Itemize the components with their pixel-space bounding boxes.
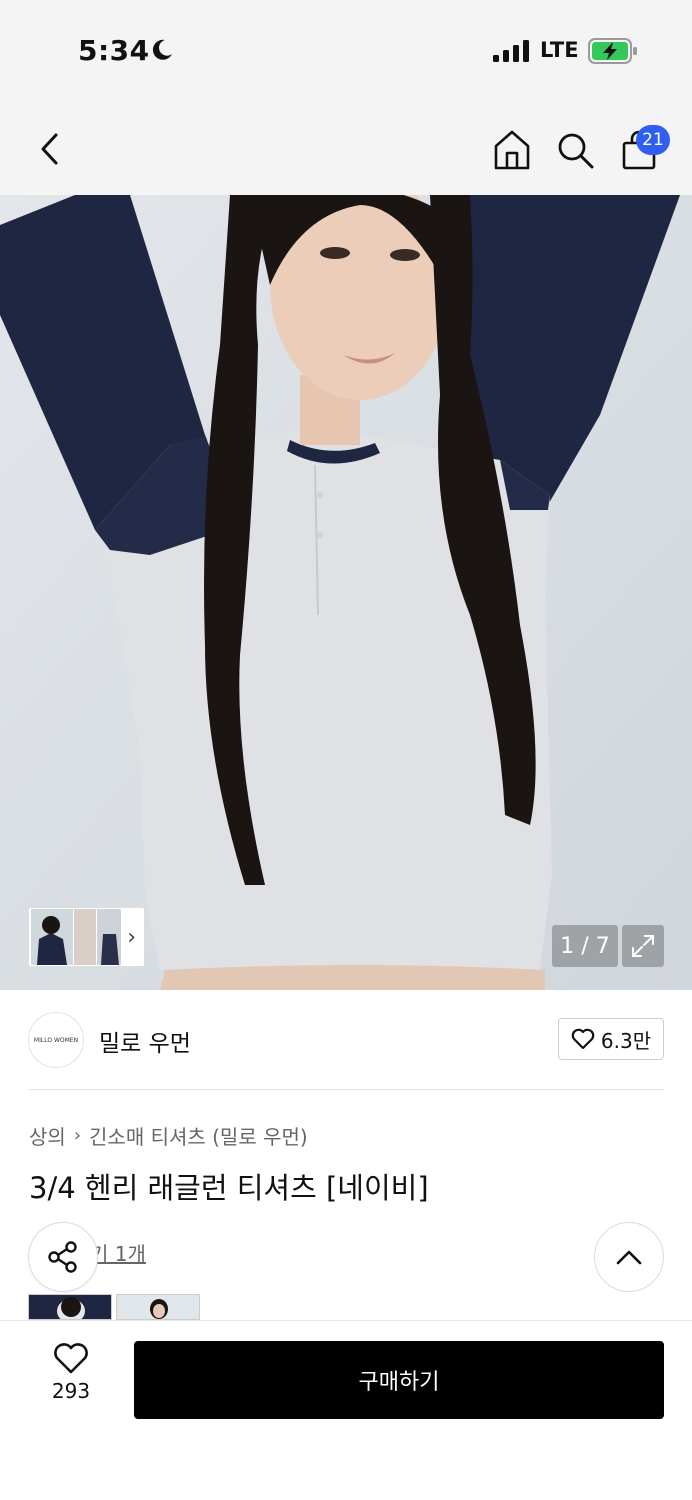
heart-outline-icon — [54, 1343, 88, 1374]
fullscreen-button[interactable] — [622, 925, 664, 967]
heart-outline-icon — [571, 1028, 595, 1050]
review-link[interactable]: 기 1개 — [90, 1238, 146, 1267]
product-image[interactable] — [0, 195, 692, 990]
product-title: 3/4 헨리 래글런 티셔츠 [네이비] — [29, 1171, 429, 1205]
share-button[interactable] — [28, 1222, 98, 1292]
cart-count-badge: 21 — [636, 125, 670, 155]
brand-like-button[interactable]: 6.3만 — [558, 1018, 664, 1060]
gallery-thumbnail-strip[interactable]: › — [28, 907, 145, 967]
brand-name[interactable]: 밀로 우먼 — [99, 1024, 191, 1058]
share-icon — [48, 1241, 77, 1273]
home-button[interactable] — [488, 126, 536, 174]
category-breadcrumb: 상의 › 긴소매 티셔츠 (밀로 우먼) — [29, 1121, 308, 1150]
review-photo-thumbnail[interactable] — [116, 1294, 200, 1320]
breadcrumb-item-top[interactable]: 상의 — [29, 1121, 66, 1150]
signal-icon — [493, 40, 529, 62]
expand-icon — [632, 935, 654, 957]
scroll-to-top-button[interactable] — [594, 1222, 664, 1292]
back-icon — [41, 133, 58, 165]
wishlist-count: 293 — [51, 1379, 91, 1403]
home-icon — [494, 130, 530, 170]
status-time: 5:34 — [78, 34, 150, 67]
thumbnail-images — [31, 909, 121, 965]
review-photo — [29, 1295, 111, 1319]
image-page-counter: 1 / 7 — [552, 925, 618, 967]
wishlist-button[interactable]: 293 — [40, 1343, 102, 1413]
review-photo-thumbnail[interactable] — [28, 1294, 112, 1320]
chevron-up-icon — [616, 1250, 642, 1265]
section-divider — [28, 1089, 664, 1090]
search-button[interactable] — [551, 126, 599, 174]
breadcrumb-item-category[interactable]: 긴소매 티셔츠 (밀로 우먼) — [89, 1121, 308, 1150]
search-icon — [558, 133, 594, 169]
breadcrumb-separator-icon: › — [73, 1125, 82, 1146]
network-label: LTE — [540, 38, 579, 62]
model-photo — [0, 195, 692, 990]
brand-like-count: 6.3만 — [600, 1028, 652, 1053]
brand-logo[interactable]: MILLO WOMEN — [28, 1012, 84, 1068]
chevron-right-icon: › — [127, 925, 136, 950]
buy-button[interactable]: 구매하기 — [134, 1341, 664, 1419]
review-photo — [117, 1295, 199, 1319]
moon-icon — [152, 39, 172, 60]
battery-charging-icon — [588, 38, 637, 64]
back-button[interactable] — [26, 125, 74, 173]
